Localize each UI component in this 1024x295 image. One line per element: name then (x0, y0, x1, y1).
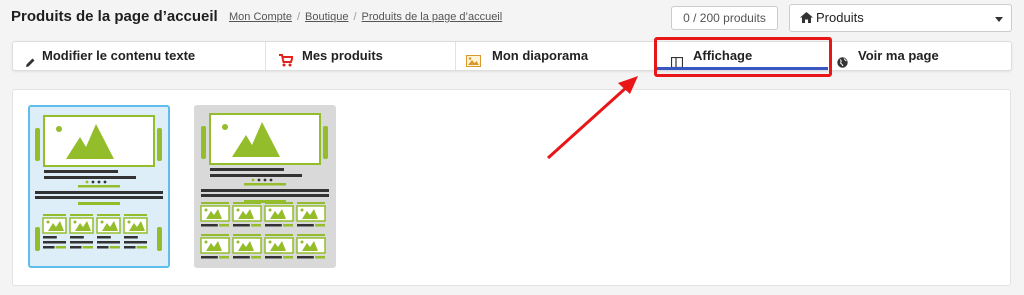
pencil-icon (25, 50, 36, 78)
tab-my-products[interactable]: Mes produits (266, 42, 456, 70)
layout-option-2[interactable] (194, 105, 336, 268)
page-header: Produits de la page d’accueil Mon Compte… (0, 0, 1024, 38)
page-select[interactable]: Produits (789, 4, 1012, 32)
product-counter: 0 / 200 produits (671, 6, 778, 30)
breadcrumb: Mon Compte / Boutique / Produits de la page … (229, 11, 503, 23)
image-icon (466, 49, 481, 77)
home-icon (800, 6, 813, 32)
layout-option-1[interactable] (28, 105, 170, 268)
tab-edit-text[interactable]: Modifier le contenu texte (13, 42, 266, 70)
breadcrumb-link-account[interactable]: Mon Compte (229, 11, 292, 23)
tab-bar: Modifier le contenu texte Mes produits M… (12, 41, 1012, 71)
tab-label: Modifier le contenu texte (42, 48, 196, 63)
tab-view-page[interactable]: Voir ma page (831, 42, 1011, 70)
page-select-value: Produits (816, 10, 864, 25)
highlight-box (654, 37, 832, 77)
breadcrumb-link-current[interactable]: Produits de la page d’accueil (362, 11, 503, 23)
tab-label: Mes produits (302, 48, 383, 63)
layout-preview-1 (35, 115, 163, 251)
tab-label: Mon diaporama (492, 48, 589, 63)
tab-label: Voir ma page (858, 48, 939, 63)
globe-icon (837, 50, 848, 78)
layout-panel (12, 89, 1011, 286)
tab-slideshow[interactable]: Mon diaporama (456, 42, 655, 70)
cart-icon (279, 49, 294, 77)
breadcrumb-link-shop[interactable]: Boutique (305, 11, 348, 23)
chevron-down-icon (995, 17, 1003, 22)
layout-preview-2 (200, 113, 329, 259)
page-title: Produits de la page d’accueil (11, 8, 218, 25)
